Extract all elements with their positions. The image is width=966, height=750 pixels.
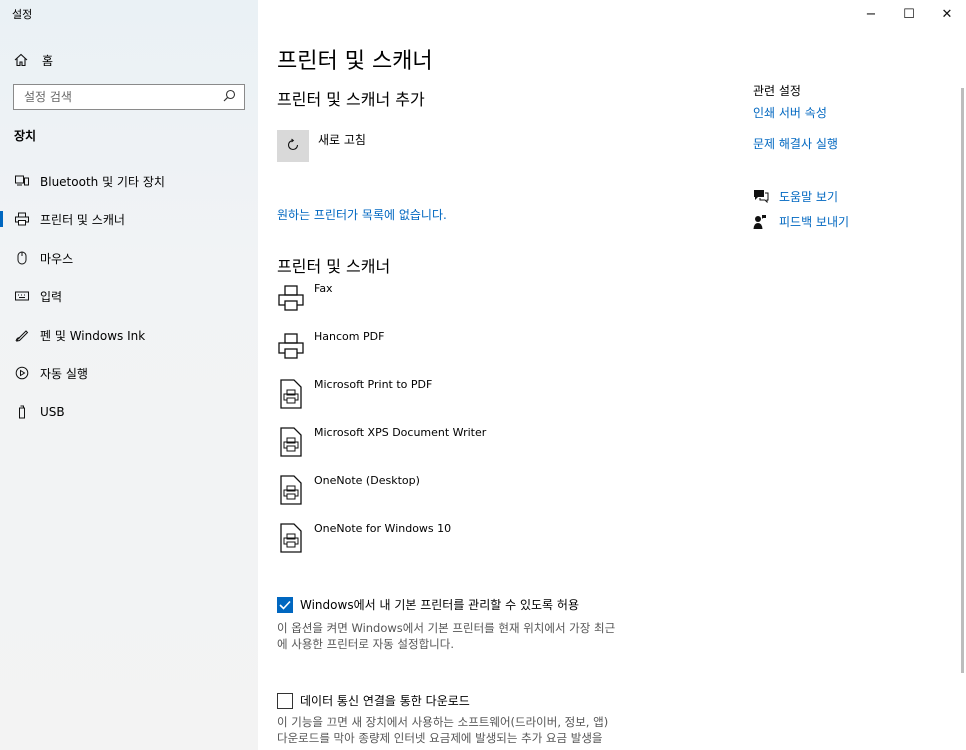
printer-item-ms-print-pdf[interactable]: Microsoft Print to PDF bbox=[277, 378, 637, 414]
active-indicator bbox=[0, 211, 3, 227]
send-feedback-link[interactable]: 피드백 보내기 bbox=[779, 213, 849, 230]
sidebar-item-mouse[interactable]: 마우스 bbox=[14, 247, 254, 269]
app-title: 설정 bbox=[12, 8, 33, 21]
printer-device-icon bbox=[277, 282, 305, 314]
sidebar-item-label: 홈 bbox=[42, 53, 54, 68]
sidebar-item-label: 펜 및 Windows Ink bbox=[40, 328, 146, 343]
printer-item-onenote-desktop[interactable]: OneNote (Desktop) bbox=[277, 474, 637, 510]
printer-item-hancom[interactable]: Hancom PDF bbox=[277, 330, 637, 366]
document-printer-icon bbox=[277, 426, 305, 458]
sidebar-item-label: USB bbox=[40, 405, 65, 419]
description-line: 이 옵션을 켜면 Windows에서 기본 프린터를 현재 위치에서 가장 최근 bbox=[277, 621, 616, 635]
related-settings-title: 관련 설정 bbox=[753, 84, 801, 98]
printer-name: Microsoft Print to PDF bbox=[314, 378, 433, 391]
printer-name: Hancom PDF bbox=[314, 330, 385, 343]
search-box[interactable] bbox=[13, 84, 245, 110]
printer-icon bbox=[14, 211, 30, 227]
printer-item-fax[interactable]: Fax bbox=[277, 282, 637, 318]
close-button[interactable]: ✕ bbox=[928, 0, 966, 28]
refresh-label[interactable]: 새로 고침 bbox=[318, 131, 366, 148]
document-printer-icon bbox=[277, 378, 305, 410]
minimize-button[interactable]: − bbox=[852, 0, 890, 28]
add-section-title: 프린터 및 스캐너 추가 bbox=[277, 90, 425, 109]
sidebar-item-bluetooth[interactable]: Bluetooth 및 기타 장치 bbox=[14, 170, 254, 192]
sidebar-item-printers[interactable]: 프린터 및 스캐너 bbox=[14, 208, 254, 230]
sidebar-item-home[interactable]: 홈 bbox=[14, 50, 53, 70]
checkmark-icon bbox=[279, 600, 291, 610]
printers-section-title: 프린터 및 스캐너 bbox=[277, 257, 391, 276]
print-server-properties-link[interactable]: 인쇄 서버 속성 bbox=[753, 104, 827, 121]
document-printer-icon bbox=[277, 522, 305, 554]
metered-download-checkbox[interactable] bbox=[277, 692, 293, 709]
search-icon[interactable] bbox=[223, 89, 236, 105]
refresh-icon bbox=[286, 137, 300, 156]
printer-name: Microsoft XPS Document Writer bbox=[314, 426, 487, 439]
default-printer-checkbox[interactable] bbox=[277, 596, 293, 613]
refresh-button[interactable] bbox=[277, 130, 309, 162]
pen-icon bbox=[14, 327, 30, 343]
sidebar-item-usb[interactable]: USB bbox=[14, 401, 254, 423]
scrollbar[interactable] bbox=[961, 88, 964, 673]
sidebar: 설정 홈 장치 Bluetooth 및 기타 장치 프린터 및 스캐너 마우스 bbox=[0, 0, 258, 750]
printer-name: OneNote (Desktop) bbox=[314, 474, 420, 487]
get-help-row[interactable]: 도움말 보기 bbox=[753, 188, 838, 205]
printer-device-icon bbox=[277, 330, 305, 362]
sidebar-item-label: 마우스 bbox=[40, 251, 74, 266]
get-help-link[interactable]: 도움말 보기 bbox=[779, 188, 838, 205]
window-controls: − ☐ ✕ bbox=[852, 0, 966, 28]
section-label: 장치 bbox=[14, 129, 37, 143]
document-printer-icon bbox=[277, 474, 305, 506]
maximize-button[interactable]: ☐ bbox=[890, 0, 928, 28]
feedback-row[interactable]: 피드백 보내기 bbox=[753, 213, 849, 230]
sidebar-item-label: 입력 bbox=[40, 289, 63, 304]
printer-item-onenote-win10[interactable]: OneNote for Windows 10 bbox=[277, 522, 637, 558]
metered-download-description: 이 기능을 끄면 새 장치에서 사용하는 소프트웨어(드라이버, 정보, 앱) … bbox=[277, 714, 637, 746]
main-content: − ☐ ✕ 프린터 및 스캐너 프린터 및 스캐너 추가 새로 고침 원하는 프… bbox=[258, 0, 966, 750]
default-printer-label: Windows에서 내 기본 프린터를 관리할 수 있도록 허용 bbox=[300, 598, 579, 612]
bluetooth-devices-icon bbox=[14, 173, 30, 189]
run-troubleshooter-link[interactable]: 문제 해결사 실행 bbox=[753, 135, 838, 152]
search-input[interactable] bbox=[24, 90, 204, 104]
mouse-icon bbox=[14, 250, 30, 266]
description-line: 다운로드를 막아 종량제 인터넷 요금제에 발생되는 추가 요금 발생을 bbox=[277, 731, 603, 745]
metered-download-label: 데이터 통신 연결을 통한 다운로드 bbox=[300, 694, 470, 708]
sidebar-item-typing[interactable]: 입력 bbox=[14, 285, 254, 307]
printer-name: OneNote for Windows 10 bbox=[314, 522, 452, 535]
page-title: 프린터 및 스캐너 bbox=[277, 49, 433, 74]
sidebar-item-label: Bluetooth 및 기타 장치 bbox=[40, 174, 165, 189]
description-line: 에 사용한 프린터로 자동 설정합니다. bbox=[277, 637, 454, 651]
metered-download-toggle[interactable]: 데이터 통신 연결을 통한 다운로드 bbox=[277, 692, 470, 709]
feedback-person-icon bbox=[753, 214, 769, 230]
sidebar-item-label: 프린터 및 스캐너 bbox=[40, 212, 125, 227]
usb-icon bbox=[14, 404, 30, 420]
description-line: 이 기능을 끄면 새 장치에서 사용하는 소프트웨어(드라이버, 정보, 앱) bbox=[277, 715, 609, 729]
home-icon bbox=[14, 53, 30, 67]
help-chat-icon bbox=[753, 189, 769, 205]
autoplay-icon bbox=[14, 365, 30, 381]
sidebar-item-label: 자동 실행 bbox=[40, 366, 88, 381]
keyboard-icon bbox=[14, 288, 30, 304]
printer-name: Fax bbox=[314, 282, 333, 295]
sidebar-item-pen[interactable]: 펜 및 Windows Ink bbox=[14, 324, 254, 346]
printer-item-xps[interactable]: Microsoft XPS Document Writer bbox=[277, 426, 637, 462]
sidebar-item-autoplay[interactable]: 자동 실행 bbox=[14, 362, 254, 384]
printer-not-listed-link[interactable]: 원하는 프린터가 목록에 없습니다. bbox=[277, 206, 447, 223]
default-printer-toggle[interactable]: Windows에서 내 기본 프린터를 관리할 수 있도록 허용 bbox=[277, 596, 579, 613]
default-printer-description: 이 옵션을 켜면 Windows에서 기본 프린터를 현재 위치에서 가장 최근… bbox=[277, 620, 637, 652]
